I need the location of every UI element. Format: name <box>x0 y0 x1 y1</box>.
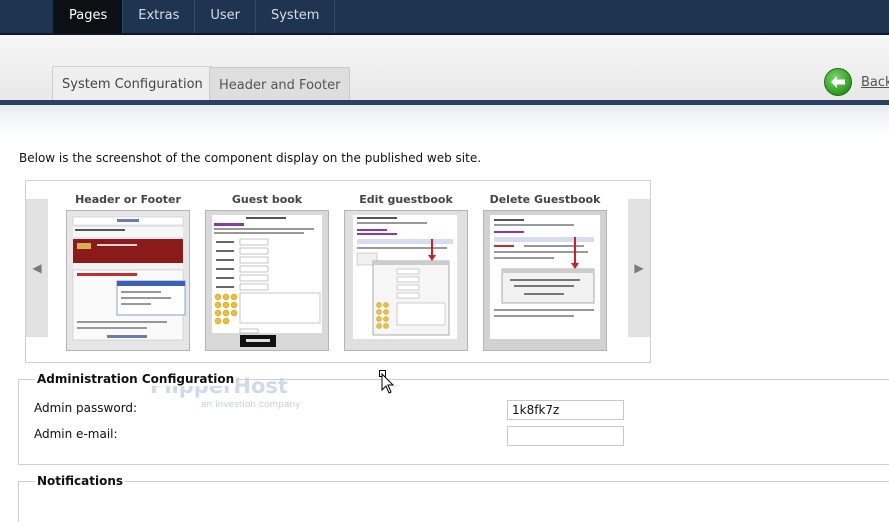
admin-configuration-section: Administration Configuration Admin passw… <box>18 372 889 465</box>
top-nav-menu: Pages Extras User System <box>53 0 336 33</box>
nav-item-system[interactable]: System <box>254 0 336 33</box>
thumb-image-edit-guestbook[interactable] <box>344 210 468 351</box>
screenshot-carousel: ◀ ▶ Header or Footer Guest book Edit gue… <box>25 180 651 363</box>
nav-item-extras[interactable]: Extras <box>122 0 194 33</box>
notifications-section: Notifications <box>18 474 889 522</box>
back-label: Back <box>861 74 889 90</box>
admin-email-label: Admin e-mail: <box>34 427 118 441</box>
tab-system-configuration[interactable]: System Configuration <box>52 66 213 101</box>
admin-password-input[interactable] <box>507 400 624 420</box>
notifications-legend: Notifications <box>35 474 126 488</box>
band-shadow <box>0 105 889 135</box>
admin-password-label: Admin password: <box>34 401 138 415</box>
admin-email-input[interactable] <box>507 426 624 446</box>
thumb-title: Header or Footer <box>75 193 181 206</box>
triangle-right-icon: ▶ <box>634 261 644 275</box>
thumb-image-guest-book[interactable] <box>205 210 329 351</box>
carousel-item[interactable]: Header or Footer <box>66 193 190 351</box>
back-button[interactable]: Back <box>824 68 889 96</box>
carousel-item[interactable]: Delete Guestbook <box>483 193 607 351</box>
carousel-next-button[interactable]: ▶ <box>628 199 650 337</box>
mouse-cursor-icon <box>379 370 395 398</box>
arrow-left-icon <box>824 68 852 96</box>
carousel-prev-button[interactable]: ◀ <box>26 199 48 337</box>
carousel-item[interactable]: Edit guestbook <box>344 193 468 351</box>
carousel-item[interactable]: Guest book <box>205 193 329 351</box>
admin-configuration-legend: Administration Configuration <box>35 372 237 386</box>
nav-item-user[interactable]: User <box>194 0 255 33</box>
top-nav: Pages Extras User System <box>0 0 889 35</box>
thumb-image-header-footer[interactable] <box>66 210 190 351</box>
thumb-image-delete-guestbook[interactable] <box>483 210 607 351</box>
triangle-left-icon: ◀ <box>32 261 42 275</box>
thumb-title: Delete Guestbook <box>489 193 601 206</box>
tab-header-and-footer[interactable]: Header and Footer <box>209 67 351 101</box>
nav-item-pages[interactable]: Pages <box>53 0 123 33</box>
intro-text: Below is the screenshot of the component… <box>19 151 482 165</box>
thumb-title: Edit guestbook <box>359 193 453 206</box>
thumb-title: Guest book <box>231 193 303 206</box>
